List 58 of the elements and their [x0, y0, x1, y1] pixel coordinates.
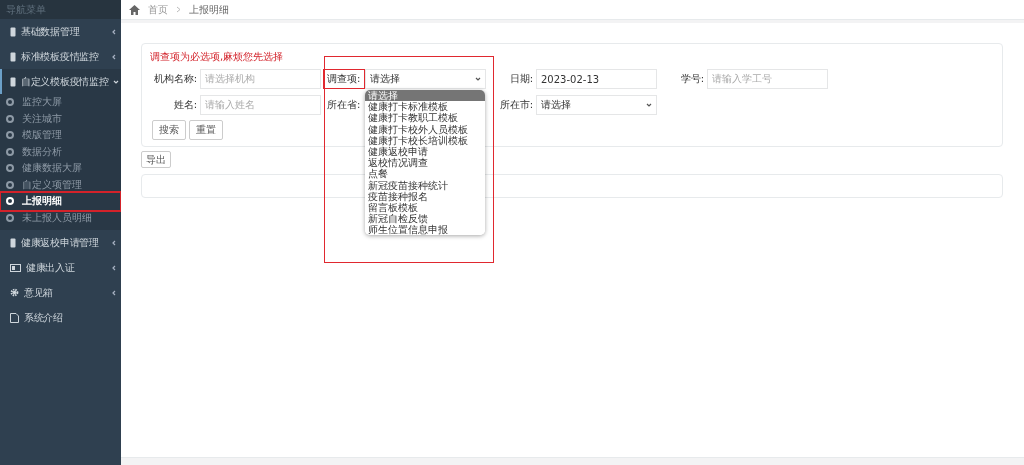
- select-field[interactable]: 请选择: [365, 69, 486, 89]
- submenu-item[interactable]: 未上报人员明细: [1, 209, 120, 226]
- dropdown-option[interactable]: 健康打卡校外人员模板: [365, 123, 485, 135]
- submenu-item[interactable]: 上报明细: [1, 193, 120, 210]
- document-icon: [10, 76, 16, 87]
- dropdown-option[interactable]: 疫苗接种报名: [365, 190, 485, 202]
- chevron-down-icon: [113, 78, 120, 85]
- breadcrumb-link[interactable]: 上报明细: [189, 2, 229, 17]
- sidebar-item[interactable]: 健康返校申请管理: [0, 230, 121, 255]
- dropdown-option[interactable]: 点餐: [365, 168, 485, 180]
- document-icon: [10, 26, 16, 37]
- chevron-left-icon: [111, 53, 117, 60]
- chevron-left-icon: [111, 289, 117, 296]
- select-field[interactable]: 请选择: [536, 95, 657, 115]
- submenu-item[interactable]: 健康数据大屏: [1, 160, 120, 177]
- form-button[interactable]: 搜索: [152, 120, 186, 140]
- field-label: 所在省:: [326, 98, 362, 112]
- field-label: 日期:: [508, 72, 534, 86]
- gear-icon: [10, 288, 19, 297]
- required-notice: 调查项为必选项,麻烦您先选择: [150, 50, 285, 64]
- field-label: 姓名:: [172, 98, 198, 112]
- field-label: 调查项:: [323, 69, 365, 89]
- form-button[interactable]: 重置: [189, 120, 223, 140]
- file-icon: [10, 312, 19, 323]
- dropdown-option[interactable]: 返校情况调查: [365, 157, 485, 169]
- document-icon: [10, 237, 16, 248]
- id-card-icon: [10, 263, 21, 272]
- dropdown-option[interactable]: 新冠疫苗接种统计: [365, 179, 485, 191]
- sidebar-item[interactable]: 基础数据管理: [0, 19, 121, 44]
- chevron-down-icon: [646, 102, 652, 108]
- submenu-item[interactable]: 监控大屏: [1, 94, 120, 111]
- field-label: 学号:: [679, 72, 705, 86]
- sidebar-item[interactable]: 意见箱: [0, 280, 121, 305]
- field-label: 所在市:: [498, 98, 534, 112]
- breadcrumb-separator-icon: [176, 6, 181, 13]
- sidebar-item[interactable]: 系统介绍: [0, 305, 121, 330]
- chevron-left-icon: [111, 28, 117, 35]
- dropdown-option[interactable]: 师生位置信息申报: [365, 224, 485, 236]
- sidebar-item[interactable]: 健康出入证: [0, 255, 121, 280]
- dropdown-option[interactable]: 健康打卡标准模板: [365, 101, 485, 113]
- sidebar-item[interactable]: 标准模板疫情监控: [0, 44, 121, 69]
- dropdown-option[interactable]: 健康打卡校长培训模板: [365, 134, 485, 146]
- home-icon[interactable]: [129, 4, 140, 15]
- submenu-item[interactable]: 模版管理: [1, 127, 120, 144]
- chevron-left-icon: [111, 264, 117, 271]
- dropdown-option[interactable]: 新冠自检反馈: [365, 213, 485, 225]
- export-button[interactable]: 导出: [141, 151, 171, 168]
- chevron-down-icon: [475, 76, 481, 82]
- submenu-item[interactable]: 关注城市: [1, 110, 120, 127]
- field-label: 机构名称:: [152, 72, 198, 86]
- chevron-left-icon: [111, 239, 117, 246]
- submenu-item[interactable]: 数据分析: [1, 143, 120, 160]
- document-icon: [10, 51, 16, 62]
- dropdown-option[interactable]: 健康打卡教职工模板: [365, 112, 485, 124]
- date-field[interactable]: 2023-02-13: [536, 69, 657, 89]
- sidebar-item[interactable]: 自定义模板疫情监控: [0, 69, 121, 94]
- submenu-item[interactable]: 自定义项管理: [1, 176, 120, 193]
- dropdown-option[interactable]: 请选择: [365, 90, 485, 102]
